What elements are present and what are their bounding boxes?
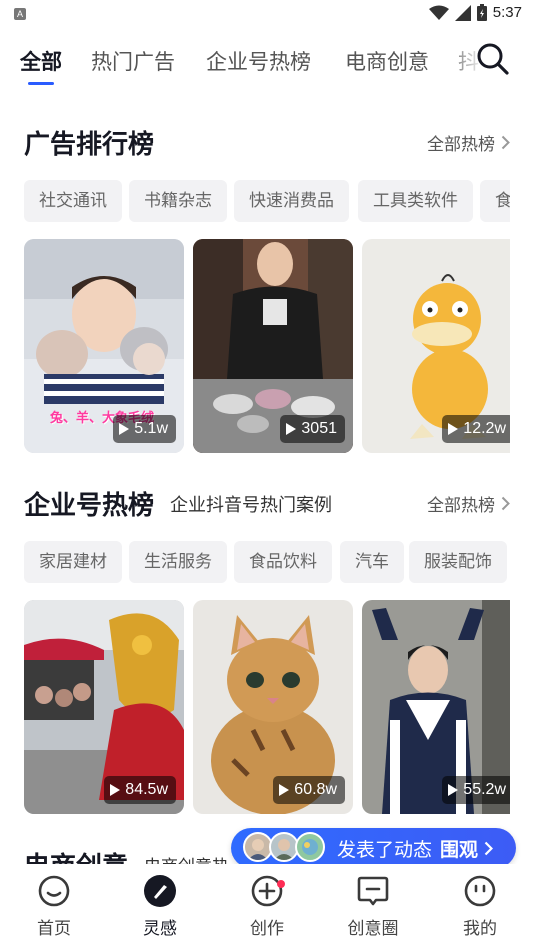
activity-text: 发表了动态 (337, 838, 433, 861)
search-icon[interactable] (476, 42, 510, 76)
tab-enterprise-ranking[interactable]: 企业号热榜 (206, 46, 311, 76)
play-count: 3051 (301, 420, 337, 437)
chip-apparel[interactable]: 服装配饰 (409, 541, 507, 583)
nav-label: 灵感 (143, 919, 177, 939)
activity-notification-pill[interactable]: 发表了动态 围观 (231, 828, 516, 868)
chevron-right-icon (501, 496, 510, 511)
nav-home[interactable]: 首页 (14, 874, 94, 944)
play-count: 60.8w (294, 781, 337, 798)
more-link-label: 全部热榜 (427, 496, 495, 516)
video-card[interactable]: 3051 (193, 239, 353, 453)
activity-cta: 围观 (440, 838, 479, 861)
avatar (295, 832, 325, 862)
home-icon (38, 875, 70, 907)
chip-auto[interactable]: 汽车 (340, 541, 404, 583)
nav-profile[interactable]: 我的 (440, 874, 520, 944)
nav-label: 创作 (250, 919, 284, 939)
wifi-icon (428, 5, 449, 20)
play-count: 5.1w (134, 420, 168, 437)
nav-label: 首页 (37, 919, 71, 939)
play-count: 84.5w (125, 781, 168, 798)
battery-icon (476, 4, 487, 21)
nav-create[interactable]: 创作 (227, 874, 307, 944)
play-count: 55.2w (463, 781, 506, 798)
chip-food[interactable]: 食 (480, 180, 510, 222)
play-icon (110, 784, 121, 796)
play-count-badge: 60.8w (273, 776, 345, 804)
ad-category-chips: 社交通讯 书籍杂志 快速消费品 工具类软件 食 (24, 180, 510, 222)
play-count-badge: 84.5w (104, 776, 176, 804)
video-card[interactable]: 60.8w (193, 600, 353, 814)
video-card[interactable]: 兔、羊、大象毛绒 5.1w (24, 239, 184, 453)
chip-tools[interactable]: 工具类软件 (358, 180, 473, 222)
chevron-right-icon (501, 135, 510, 150)
enterprise-category-chips: 家居建材 生活服务 食品饮料 汽车 服装配饰 (24, 541, 510, 583)
nav-label: 创意圈 (347, 919, 399, 939)
play-count-badge: 12.2w (442, 415, 510, 443)
profile-icon (464, 875, 496, 907)
category-tabs: 全部 热门广告 企业号热榜 电商创意 抖 (0, 38, 534, 88)
play-icon (119, 423, 130, 435)
video-card[interactable]: 55.2w (362, 600, 510, 814)
nav-creative-circle[interactable]: 创意圈 (333, 874, 413, 944)
play-count-badge: 3051 (280, 415, 345, 443)
chat-square-icon (357, 876, 389, 906)
nav-label: 我的 (463, 919, 497, 939)
tab-hot-ads[interactable]: 热门广告 (91, 46, 175, 76)
chip-books[interactable]: 书籍杂志 (129, 180, 227, 222)
video-card[interactable]: 12.2w (362, 239, 510, 453)
tab-ecommerce[interactable]: 电商创意 (345, 46, 429, 76)
notification-dot (277, 880, 285, 888)
signal-icon (454, 4, 471, 21)
play-count-badge: 5.1w (113, 415, 176, 443)
enterprise-ranking-cards: 84.5w 60.8w 55.2w (24, 600, 510, 814)
play-icon (448, 784, 459, 796)
active-tab-indicator (28, 82, 54, 85)
chip-social[interactable]: 社交通讯 (24, 180, 122, 222)
create-icon (251, 875, 283, 907)
enterprise-ranking-subtitle: 企业抖音号热门案例 (170, 495, 332, 516)
status-icons: 5:37 (428, 4, 522, 21)
avatar-stack (243, 832, 333, 864)
chip-life-services[interactable]: 生活服务 (129, 541, 227, 583)
more-link-label: 全部热榜 (427, 135, 495, 155)
play-icon (448, 423, 459, 435)
enterprise-ranking-title: 企业号热榜 (24, 491, 155, 521)
ad-ranking-title: 广告排行榜 (24, 130, 155, 160)
nav-inspiration[interactable]: 灵感 (120, 874, 200, 944)
ad-ranking-more-link[interactable]: 全部热榜 (427, 130, 510, 155)
enterprise-ranking-more-link[interactable]: 全部热榜 (427, 491, 510, 516)
compass-icon (144, 875, 176, 907)
chip-fmcg[interactable]: 快速消费品 (234, 180, 349, 222)
notification-icon: A (14, 8, 26, 20)
play-icon (279, 784, 290, 796)
status-bar: A 5:37 (0, 0, 534, 30)
chip-home-building[interactable]: 家居建材 (24, 541, 122, 583)
video-card[interactable]: 84.5w (24, 600, 184, 814)
play-icon (286, 423, 297, 435)
clock: 5:37 (492, 4, 522, 21)
chip-food-drink[interactable]: 食品饮料 (234, 541, 332, 583)
tab-all[interactable]: 全部 (20, 46, 62, 76)
ad-ranking-cards: 兔、羊、大象毛绒 5.1w 3051 12.2w (24, 239, 510, 453)
bottom-nav: 首页 灵感 创作 创意圈 我的 (0, 864, 534, 950)
play-count: 12.2w (463, 420, 506, 437)
chevron-right-icon (484, 841, 494, 855)
play-count-badge: 55.2w (442, 776, 510, 804)
